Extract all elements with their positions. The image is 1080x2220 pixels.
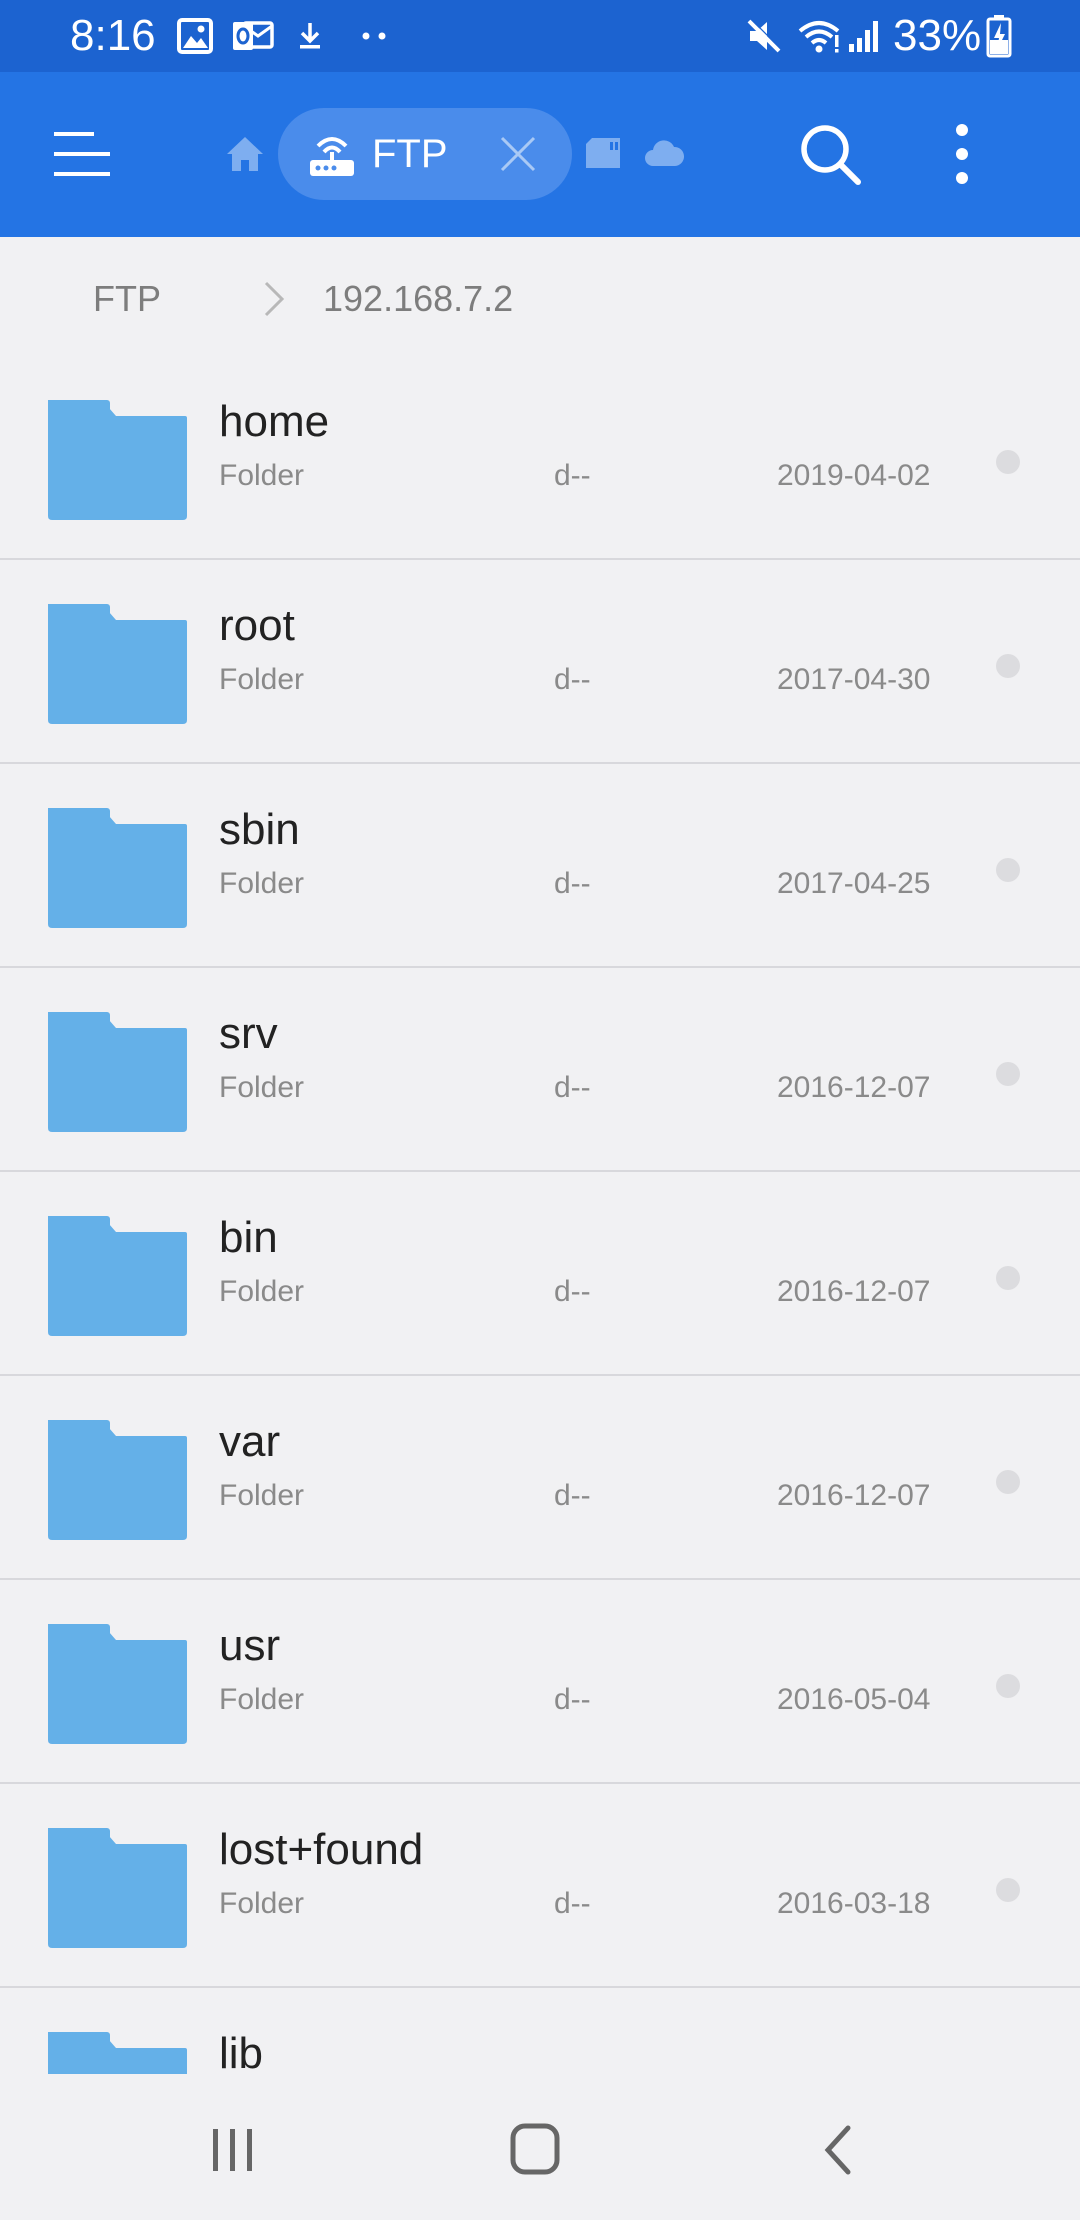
cloud-icon[interactable] (644, 138, 685, 170)
file-name: usr (219, 1621, 281, 1670)
file-date: 2016-05-04 (777, 1683, 931, 1716)
file-permissions: d-- (554, 1479, 591, 1512)
select-checkbox[interactable] (996, 450, 1020, 474)
more-notifications-icon (360, 16, 390, 56)
file-row[interactable]: lost+found Folder d-- 2016-03-18 (0, 1784, 1080, 1988)
file-date: 2017-04-30 (777, 663, 931, 696)
file-date: 2016-03-18 (777, 1887, 931, 1920)
file-type: Folder (219, 1479, 305, 1512)
download-icon (296, 16, 324, 56)
file-date: 2016-12-07 (777, 1479, 931, 1512)
file-permissions: d-- (554, 663, 591, 696)
more-options-icon[interactable] (952, 122, 972, 186)
file-row[interactable]: sbin Folder d-- 2017-04-25 (0, 764, 1080, 968)
file-type: Folder (219, 1683, 305, 1716)
file-name: lib (219, 2029, 264, 2074)
folder-icon (44, 1620, 190, 1746)
tab-ftp-label: FTP (372, 132, 448, 176)
file-date: 2019-04-02 (777, 459, 931, 492)
file-permissions: d-- (554, 1071, 591, 1104)
file-row[interactable]: lib (0, 1988, 1080, 2074)
breadcrumb: FTP 192.168.7.2 (0, 237, 1080, 357)
router-icon (308, 132, 358, 178)
file-type: Folder (219, 867, 305, 900)
file-type: Folder (219, 1071, 305, 1104)
select-checkbox[interactable] (996, 1470, 1020, 1494)
file-permissions: d-- (554, 459, 591, 492)
file-row[interactable]: root Folder d-- 2017-04-30 (0, 560, 1080, 764)
select-checkbox[interactable] (996, 858, 1020, 882)
select-checkbox[interactable] (996, 1266, 1020, 1290)
folder-icon (44, 2028, 190, 2074)
folder-icon (44, 1212, 190, 1338)
navigation-bar (0, 2074, 1080, 2220)
file-date: 2016-12-07 (777, 1275, 931, 1308)
screen: 8:16 33% FTP FTP 192.168.7.2 home Folder… (0, 0, 1080, 2220)
folder-icon (44, 1008, 190, 1134)
sd-card-icon[interactable] (584, 136, 624, 172)
file-row[interactable]: home Folder d-- 2019-04-02 (0, 356, 1080, 560)
folder-icon (44, 600, 190, 726)
select-checkbox[interactable] (996, 654, 1020, 678)
recent-apps-button[interactable] (183, 2110, 283, 2190)
status-time: 8:16 (70, 11, 156, 60)
battery-charging-icon (984, 14, 1014, 58)
search-icon[interactable] (798, 122, 862, 186)
file-type: Folder (219, 1887, 305, 1920)
select-checkbox[interactable] (996, 1674, 1020, 1698)
mute-icon (744, 16, 784, 56)
file-date: 2017-04-25 (777, 867, 931, 900)
file-name: lost+found (219, 1825, 424, 1874)
file-list: home Folder d-- 2019-04-02 root Folder d-- 2017… (0, 356, 1080, 2074)
app-bar: FTP (0, 72, 1080, 237)
file-row[interactable]: bin Folder d-- 2016-12-07 (0, 1172, 1080, 1376)
file-name: home (219, 397, 330, 446)
select-checkbox[interactable] (996, 1878, 1020, 1902)
file-row[interactable]: var Folder d-- 2016-12-07 (0, 1376, 1080, 1580)
file-name: sbin (219, 805, 300, 854)
close-tab-icon[interactable] (498, 134, 540, 176)
file-permissions: d-- (554, 867, 591, 900)
home-button[interactable] (485, 2110, 585, 2190)
file-name: root (219, 601, 295, 650)
battery-percent: 33% (893, 11, 982, 60)
folder-icon (44, 1824, 190, 1950)
file-type: Folder (219, 1275, 305, 1308)
chevron-right-icon (262, 279, 288, 319)
folder-icon (44, 1416, 190, 1542)
menu-icon[interactable] (50, 124, 114, 184)
file-name: bin (219, 1213, 278, 1262)
file-date: 2016-12-07 (777, 1071, 931, 1104)
folder-icon (44, 396, 190, 522)
tab-ftp[interactable]: FTP (278, 108, 572, 200)
wifi-icon (796, 16, 842, 56)
breadcrumb-ftp[interactable]: FTP (93, 277, 161, 321)
file-row[interactable]: srv Folder d-- 2016-12-07 (0, 968, 1080, 1172)
signal-icon (846, 16, 882, 56)
file-name: var (219, 1417, 281, 1466)
file-type: Folder (219, 459, 305, 492)
status-bar: 8:16 33% (0, 0, 1080, 72)
select-checkbox[interactable] (996, 1062, 1020, 1086)
breadcrumb-host[interactable]: 192.168.7.2 (323, 277, 513, 321)
outlook-icon (231, 16, 275, 56)
file-permissions: d-- (554, 1683, 591, 1716)
file-type: Folder (219, 663, 305, 696)
back-button[interactable] (788, 2110, 888, 2190)
file-permissions: d-- (554, 1275, 591, 1308)
home-icon[interactable] (224, 134, 268, 174)
gallery-icon (176, 16, 214, 56)
folder-icon (44, 804, 190, 930)
file-row[interactable]: usr Folder d-- 2016-05-04 (0, 1580, 1080, 1784)
file-name: srv (219, 1009, 278, 1058)
file-permissions: d-- (554, 1887, 591, 1920)
